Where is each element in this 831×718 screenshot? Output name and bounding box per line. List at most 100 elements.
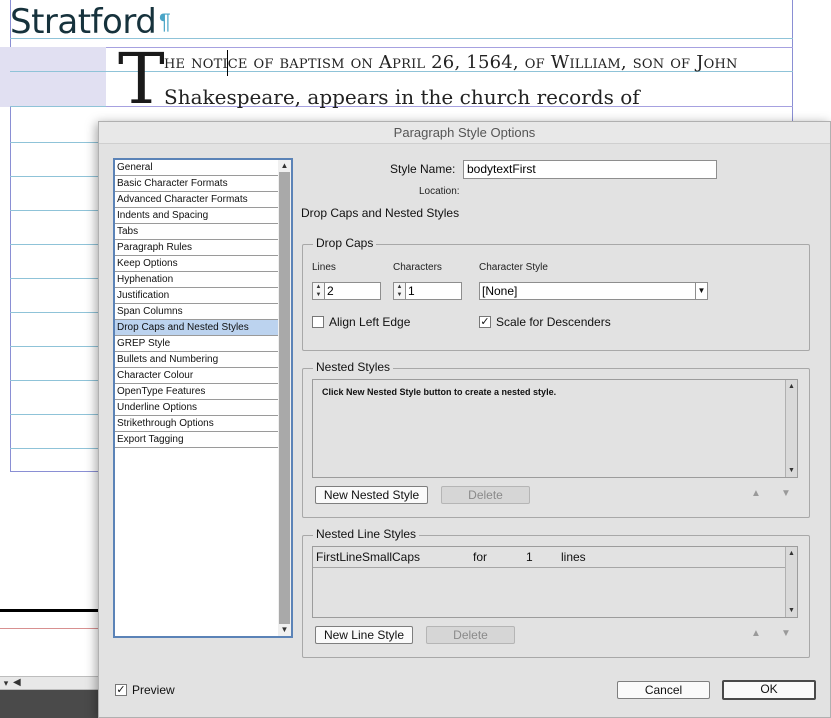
style-name-label: Style Name: bbox=[390, 162, 456, 176]
move-down-icon[interactable]: ▼ bbox=[781, 628, 791, 639]
paragraph-style-options-dialog: Paragraph Style Options General Basic Cha… bbox=[98, 121, 831, 718]
baseline-guide bbox=[10, 414, 98, 415]
horizontal-scrollbar[interactable]: ▾ ◀ bbox=[0, 676, 100, 690]
nested-line-styles-list[interactable]: FirstLineSmallCaps for 1 lines ▲ ▼ bbox=[312, 546, 798, 618]
chevron-down-icon[interactable]: ▼ bbox=[695, 283, 707, 299]
align-left-edge-checkbox[interactable]: Align Left Edge bbox=[312, 315, 410, 329]
scale-for-descenders-checkbox[interactable]: ✓ Scale for Descenders bbox=[479, 315, 611, 329]
category-item[interactable]: Basic Character Formats bbox=[115, 176, 278, 192]
drop-caps-title: Drop Caps bbox=[313, 236, 377, 250]
cancel-button[interactable]: Cancel bbox=[617, 681, 710, 699]
scale-for-descenders-label: Scale for Descenders bbox=[496, 315, 611, 329]
drop-cap-letter[interactable]: T bbox=[118, 44, 165, 114]
bleed-guide bbox=[0, 628, 100, 629]
scroll-up-icon[interactable]: ▲ bbox=[786, 381, 797, 392]
style-name-input[interactable]: bodytextFirst bbox=[463, 160, 717, 179]
line-style-unit: lines bbox=[561, 550, 586, 564]
move-down-icon[interactable]: ▼ bbox=[781, 488, 791, 499]
nested-styles-list[interactable]: Click New Nested Style button to create … bbox=[312, 379, 798, 478]
checkbox-icon[interactable]: ✓ bbox=[479, 316, 491, 328]
section-title: Drop Caps and Nested Styles bbox=[301, 206, 460, 220]
drop-caps-group: Drop Caps Lines Characters Character Sty… bbox=[302, 236, 810, 351]
characters-input[interactable]: 1 bbox=[406, 282, 462, 300]
category-item[interactable]: GREP Style bbox=[115, 336, 278, 352]
baseline-guide bbox=[10, 380, 98, 381]
category-item[interactable]: Strikethrough Options bbox=[115, 416, 278, 432]
category-item[interactable]: Keep Options bbox=[115, 256, 278, 272]
body-text-line-2[interactable]: Shakespeare, appears in the church recor… bbox=[164, 85, 640, 109]
scroll-down-icon[interactable]: ▼ bbox=[786, 605, 797, 616]
line-style-for: for bbox=[473, 550, 488, 564]
scroll-down-icon[interactable]: ▼ bbox=[786, 465, 797, 476]
body-text-line-1[interactable]: he notice of baptism on April 26, 1564, … bbox=[164, 52, 738, 73]
category-item[interactable]: Hyphenation bbox=[115, 272, 278, 288]
lines-stepper[interactable]: ▲ ▼ 2 bbox=[312, 282, 381, 300]
nested-line-styles-title: Nested Line Styles bbox=[313, 527, 420, 541]
page-dropdown-icon[interactable]: ▾ bbox=[0, 678, 12, 689]
preview-label: Preview bbox=[132, 683, 175, 697]
character-style-select[interactable]: [None] ▼ bbox=[479, 282, 708, 300]
category-scrollbar[interactable]: ▲ ▼ bbox=[278, 160, 291, 636]
category-item[interactable]: Bullets and Numbering bbox=[115, 352, 278, 368]
move-up-icon[interactable]: ▲ bbox=[751, 488, 761, 499]
category-item[interactable]: Underline Options bbox=[115, 400, 278, 416]
scroll-up-icon[interactable]: ▲ bbox=[278, 160, 291, 172]
category-item[interactable]: General bbox=[115, 160, 278, 176]
line-style-name[interactable]: FirstLineSmallCaps bbox=[316, 547, 420, 567]
category-item[interactable]: Span Columns bbox=[115, 304, 278, 320]
baseline-guide bbox=[10, 210, 98, 211]
nested-styles-group: Nested Styles Click New Nested Style but… bbox=[302, 360, 810, 518]
character-style-value: [None] bbox=[482, 284, 518, 298]
delete-nested-style-button[interactable]: Delete bbox=[441, 486, 530, 504]
checkbox-icon[interactable]: ✓ bbox=[115, 684, 127, 696]
category-items: General Basic Character Formats Advanced C… bbox=[115, 160, 279, 636]
characters-label: Characters bbox=[393, 262, 442, 273]
nested-line-styles-scrollbar[interactable]: ▲ ▼ bbox=[785, 547, 797, 617]
characters-stepper[interactable]: ▲ ▼ 1 bbox=[393, 282, 462, 300]
scroll-thumb[interactable] bbox=[279, 172, 290, 624]
move-up-icon[interactable]: ▲ bbox=[751, 628, 761, 639]
characters-spin-icon[interactable]: ▲ ▼ bbox=[393, 282, 406, 300]
document-heading[interactable]: Stratford bbox=[10, 2, 157, 42]
paragraph-rule bbox=[0, 609, 100, 612]
align-left-edge-label: Align Left Edge bbox=[329, 315, 411, 329]
delete-line-style-button[interactable]: Delete bbox=[426, 626, 515, 644]
text-cursor bbox=[227, 50, 228, 76]
dialog-title[interactable]: Paragraph Style Options bbox=[99, 122, 830, 144]
lines-input[interactable]: 2 bbox=[325, 282, 381, 300]
line-style-row[interactable]: FirstLineSmallCaps for 1 lines bbox=[313, 547, 785, 568]
pasteboard bbox=[0, 690, 100, 718]
category-item[interactable]: Character Colour bbox=[115, 368, 278, 384]
category-item[interactable]: Advanced Character Formats bbox=[115, 192, 278, 208]
pilcrow-icon: ¶ bbox=[159, 9, 171, 34]
nested-styles-hint: Click New Nested Style button to create … bbox=[322, 387, 557, 397]
scroll-down-icon[interactable]: ▼ bbox=[278, 624, 291, 636]
category-list[interactable]: General Basic Character Formats Advanced C… bbox=[113, 158, 293, 638]
category-item[interactable]: Paragraph Rules bbox=[115, 240, 278, 256]
baseline-guide bbox=[10, 278, 98, 279]
lines-spin-icon[interactable]: ▲ ▼ bbox=[312, 282, 325, 300]
category-item[interactable]: Justification bbox=[115, 288, 278, 304]
baseline-guide bbox=[10, 176, 98, 177]
category-item[interactable]: OpenType Features bbox=[115, 384, 278, 400]
baseline-guide bbox=[10, 448, 98, 449]
category-item[interactable]: Export Tagging bbox=[115, 432, 278, 448]
category-item[interactable]: Indents and Spacing bbox=[115, 208, 278, 224]
baseline-guide bbox=[10, 346, 98, 347]
scroll-up-icon[interactable]: ▲ bbox=[786, 548, 797, 559]
new-line-style-button[interactable]: New Line Style bbox=[315, 626, 413, 644]
category-item[interactable]: Drop Caps and Nested Styles bbox=[115, 320, 278, 336]
nested-styles-scrollbar[interactable]: ▲ ▼ bbox=[785, 380, 797, 477]
line-style-count[interactable]: 1 bbox=[526, 547, 533, 567]
new-nested-style-button[interactable]: New Nested Style bbox=[315, 486, 428, 504]
category-item[interactable]: Tabs bbox=[115, 224, 278, 240]
ok-button[interactable]: OK bbox=[722, 680, 816, 700]
scroll-left-icon[interactable]: ◀ bbox=[13, 677, 21, 688]
preview-checkbox[interactable]: ✓ Preview bbox=[115, 683, 175, 697]
nested-line-styles-group: Nested Line Styles FirstLineSmallCaps fo… bbox=[302, 527, 810, 658]
baseline-guide bbox=[10, 244, 98, 245]
baseline-guide bbox=[10, 312, 98, 313]
checkbox-icon[interactable] bbox=[312, 316, 324, 328]
baseline-guide bbox=[10, 142, 98, 143]
lines-label: Lines bbox=[312, 262, 336, 273]
